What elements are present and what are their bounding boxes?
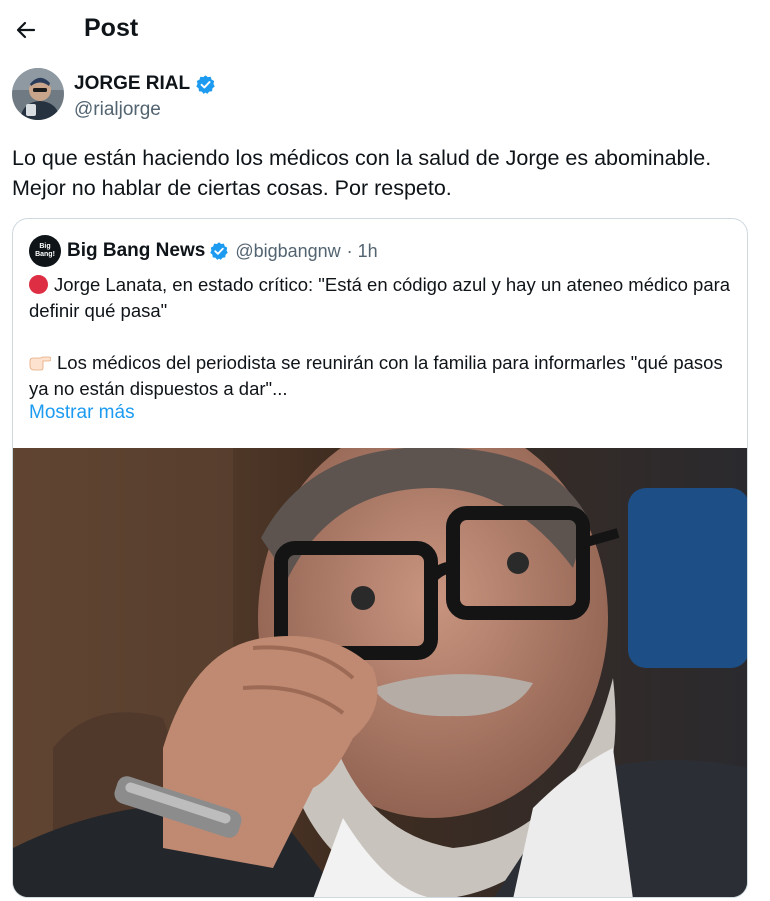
author-name-text: JORGE RIAL [74, 73, 191, 94]
quoted-post-header: Big Bang! Big Bang News @bigbangnw · 1h [29, 235, 378, 267]
show-more-link[interactable]: Mostrar más [29, 402, 135, 424]
post-text-line: Lo que están haciendo los médicos con la… [12, 146, 712, 170]
back-button[interactable] [10, 14, 42, 46]
verified-badge-icon [210, 242, 229, 260]
quoted-post-text: Jorge Lanata, en estado crítico: "Está e… [29, 272, 735, 402]
header-bar: Post [0, 0, 770, 60]
quoted-post-card[interactable]: Big Bang! Big Bang News @bigbangnw · 1h … [12, 218, 748, 898]
quoted-post-time[interactable]: · 1h [347, 241, 378, 262]
quoted-paragraph: Los médicos del periodista se reunirán c… [29, 352, 723, 399]
red-circle-icon [29, 275, 48, 294]
author-name[interactable]: JORGE RIAL [74, 73, 216, 95]
quoted-author-handle[interactable]: @bigbangnw [235, 241, 340, 262]
arrow-left-icon [16, 21, 36, 39]
quoted-post-photo[interactable] [13, 448, 747, 897]
quoted-paragraph: Jorge Lanata, en estado crítico: "Está e… [29, 274, 731, 321]
page-title: Post [84, 14, 139, 42]
author-handle[interactable]: @rialjorge [74, 99, 161, 121]
post-text-line: Mejor no hablar de ciertas cosas. Por re… [12, 176, 452, 200]
avatar[interactable] [12, 68, 64, 120]
big-bang-logo: Big Bang! [29, 235, 61, 267]
verified-badge-icon [196, 74, 215, 94]
post-text: Lo que están haciendo los médicos con la… [12, 143, 752, 203]
quoted-author-name[interactable]: Big Bang News [67, 240, 205, 262]
pointing-hand-icon [29, 356, 51, 371]
